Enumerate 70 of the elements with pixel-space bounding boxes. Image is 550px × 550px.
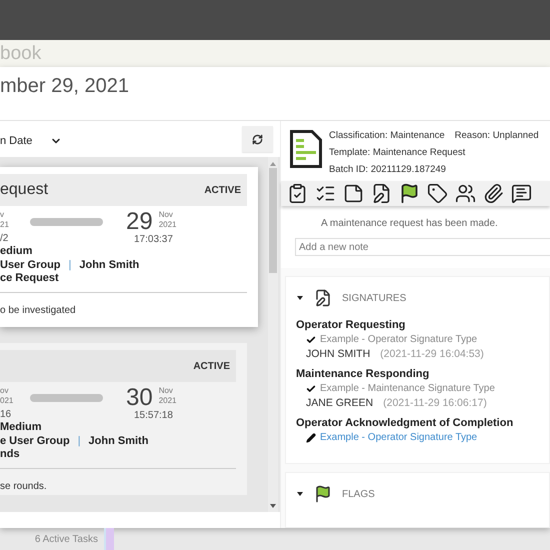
- scroll-thumb[interactable]: [269, 168, 277, 273]
- task-priority: edium: [0, 245, 34, 258]
- caret-icon[interactable]: [296, 490, 304, 498]
- end-month: Nov: [158, 386, 174, 396]
- signature-role: Operator Acknowledgment of Completion: [296, 417, 514, 429]
- task-type: nds: [0, 448, 21, 462]
- task-assignee: John Smith: [79, 258, 140, 270]
- users-icon[interactable]: [455, 182, 476, 204]
- task-status: ACTIVE: [204, 184, 241, 196]
- app-title: book: [0, 42, 42, 64]
- refresh-button[interactable]: [242, 126, 273, 152]
- task-assignee: John Smith: [88, 434, 148, 446]
- signature-icon[interactable]: [371, 182, 392, 204]
- clipboard-check-icon[interactable]: [287, 182, 308, 204]
- task-priority: Medium: [0, 421, 43, 434]
- batch-id-field: Batch ID: 20211129.187249: [329, 164, 539, 175]
- start-time: /2: [0, 233, 10, 244]
- task-title: equest: [0, 181, 48, 199]
- signature-type-link[interactable]: Example - Operator Signature Type: [320, 432, 478, 443]
- signature-type: Example - Operator Signature Type: [320, 334, 478, 345]
- scrollbar[interactable]: [268, 157, 278, 512]
- active-tasks-count: 6 Active Tasks: [34, 534, 98, 544]
- signature-type: Example - Maintenance Signature Type: [320, 383, 495, 394]
- task-status: ACTIVE: [193, 360, 230, 372]
- task-description: se rounds.: [0, 480, 48, 492]
- note-icon[interactable]: [343, 182, 364, 204]
- signer-name: JANE GREEN: [306, 397, 374, 409]
- reason-field: Reason: Unplanned: [454, 130, 539, 141]
- note-input[interactable]: Add a new note: [295, 238, 550, 256]
- end-time: 17:03:37: [134, 234, 174, 245]
- section-title: SIGNATURES: [342, 292, 406, 304]
- task-group: e User Group: [0, 434, 70, 446]
- signature-time: (2021-11-29 16:04:53): [380, 348, 484, 360]
- start-month: ov: [0, 386, 10, 396]
- section-title: FLAGS: [342, 488, 375, 500]
- flag-icon[interactable]: [399, 182, 420, 204]
- refresh-icon: [252, 134, 263, 144]
- start-time: 16: [0, 409, 12, 420]
- end-year: 2021: [158, 396, 176, 406]
- signature-time: (2021-11-29 16:06:17): [383, 397, 487, 409]
- note-text: A maintenance request has been made.: [320, 216, 499, 228]
- end-day: 29: [126, 210, 153, 234]
- task-group: User Group: [0, 258, 61, 270]
- signature-icon: [314, 289, 332, 307]
- signer-name: JOHN SMITH: [306, 348, 370, 360]
- start-year: 021: [0, 396, 14, 406]
- end-day: 30: [126, 386, 153, 410]
- document-icon: [290, 130, 322, 168]
- end-year: 2021: [158, 220, 176, 230]
- scroll-down-icon[interactable]: [270, 504, 276, 508]
- flag-icon: [314, 485, 332, 503]
- signature-role: Maintenance Responding: [296, 368, 430, 380]
- end-time: 15:57:18: [134, 410, 174, 421]
- start-month: v: [0, 210, 5, 220]
- separator: |: [78, 434, 81, 446]
- template-field: Template: Maintenance Request: [329, 147, 539, 158]
- page-title: mber 29, 2021: [0, 75, 129, 98]
- separator: |: [68, 258, 72, 270]
- classification-field: Classification: Maintenance: [329, 130, 445, 141]
- caret-icon[interactable]: [296, 294, 304, 302]
- start-year: 21: [0, 220, 10, 230]
- signature-role: Operator Requesting: [296, 319, 406, 331]
- paperclip-icon[interactable]: [483, 182, 504, 204]
- task-stripe: [104, 528, 114, 550]
- sort-select[interactable]: n Date: [0, 131, 62, 147]
- task-description: o be investigated: [0, 304, 77, 316]
- end-month: Nov: [158, 210, 174, 220]
- tag-icon[interactable]: [427, 182, 448, 204]
- task-type: ce Request: [0, 272, 60, 286]
- comment-icon[interactable]: [511, 182, 532, 204]
